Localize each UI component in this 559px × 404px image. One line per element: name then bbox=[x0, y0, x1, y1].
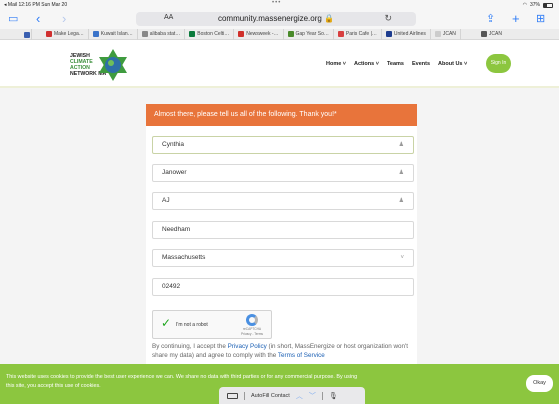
reload-icon[interactable]: ↻ bbox=[384, 13, 392, 24]
autofill-contact-button[interactable]: AutoFill Contact bbox=[251, 393, 290, 399]
bookmark-item[interactable]: Boston Celti… bbox=[185, 28, 235, 40]
bookmark-folder-icon[interactable] bbox=[22, 29, 32, 40]
recaptcha-label: I'm not a robot bbox=[176, 322, 208, 328]
main-nav: Home ˅ Actions ˅ Teams Events About Us ˅ bbox=[326, 61, 467, 67]
bookmark-item[interactable]: United Airlines bbox=[382, 28, 431, 40]
bookmark-favicon bbox=[287, 31, 294, 37]
status-bar: ◂ Mail 12:16 PM Sun Mar 20 ••• ◠ 37% bbox=[0, 0, 559, 9]
back-icon[interactable]: ‹ bbox=[36, 12, 40, 25]
checkmark-icon[interactable]: ✓ bbox=[161, 316, 171, 330]
zip-code-input[interactable]: 02492 bbox=[152, 278, 414, 296]
keyboard-icon[interactable] bbox=[227, 392, 238, 399]
bookmark-item[interactable]: Newsweek -… bbox=[234, 28, 284, 40]
bookmark-favicon bbox=[434, 31, 441, 37]
recaptcha-widget[interactable]: ✓ I'm not a robot reCAPTCHA Privacy - Te… bbox=[152, 310, 272, 339]
state-select[interactable]: Massachusetts ˅ bbox=[152, 249, 414, 267]
bookmark-item[interactable]: Kuwait Islan… bbox=[89, 28, 138, 40]
bookmark-item[interactable]: alibaba stat… bbox=[138, 28, 186, 40]
new-tab-icon[interactable]: + bbox=[512, 12, 520, 25]
privacy-policy-link[interactable]: Privacy Policy bbox=[228, 343, 267, 350]
person-icon: ♟ bbox=[398, 142, 404, 148]
bookmark-item[interactable]: JCAN bbox=[461, 29, 506, 40]
microphone-icon[interactable]: 🎙 bbox=[329, 392, 338, 400]
tabs-overview-icon[interactable]: ⊞ bbox=[536, 13, 545, 25]
bookmark-favicon bbox=[189, 31, 196, 37]
bookmark-item[interactable]: JCAN bbox=[431, 28, 461, 40]
bookmark-item[interactable]: Gap Year So… bbox=[284, 28, 334, 40]
status-left: ◂ Mail 12:16 PM Sun Mar 20 bbox=[4, 2, 68, 8]
nav-home[interactable]: Home ˅ bbox=[326, 61, 346, 67]
sign-in-button[interactable]: Sign In bbox=[486, 54, 511, 73]
terms-of-service-link[interactable]: Terms of Service bbox=[278, 352, 325, 359]
share-icon[interactable]: ⇪ bbox=[486, 13, 495, 25]
bookmark-favicon bbox=[480, 31, 487, 37]
city-input[interactable]: Needham bbox=[152, 221, 414, 239]
nav-teams[interactable]: Teams bbox=[387, 61, 404, 67]
recaptcha-logo-icon bbox=[246, 314, 258, 326]
bookmark-item[interactable]: Paris Cafe |… bbox=[334, 28, 382, 40]
nav-about-us[interactable]: About Us ˅ bbox=[438, 61, 467, 67]
bookmark-favicon bbox=[46, 31, 52, 37]
nav-actions[interactable]: Actions ˅ bbox=[354, 61, 379, 67]
chevron-up-icon[interactable]: ︿ bbox=[296, 391, 303, 401]
bookmark-item[interactable]: Make Lega… bbox=[42, 28, 89, 40]
battery-percent: 37% bbox=[529, 2, 540, 8]
url-text: community.massenergize.org 🔒 bbox=[217, 14, 335, 23]
bookmark-favicon bbox=[385, 31, 392, 37]
site-header: JEWISH CLIMATE ACTION NETWORK MA Home ˅ … bbox=[0, 40, 559, 88]
multitask-dots[interactable]: ••• bbox=[272, 0, 281, 6]
first-name-input[interactable]: Cynthia ♟ bbox=[152, 136, 414, 154]
nav-events[interactable]: Events bbox=[412, 61, 430, 67]
browser-toolbar: ▭ ‹ › AA community.massenergize.org 🔒 ↻ … bbox=[0, 9, 559, 29]
recaptcha-badge: reCAPTCHA Privacy - Terms bbox=[241, 314, 263, 336]
person-icon: ♟ bbox=[398, 170, 404, 176]
chevron-down-icon[interactable]: ﹀ bbox=[309, 391, 316, 401]
sidebar-toggle-icon[interactable]: ▭ bbox=[8, 13, 18, 25]
last-name-input[interactable]: Janower ♟ bbox=[152, 164, 414, 182]
separator bbox=[244, 391, 245, 400]
bookmark-favicon bbox=[141, 31, 148, 37]
keyboard-accessory-bar: AutoFill Contact ︿ ﹀ 🎙 bbox=[219, 387, 365, 404]
bookmark-favicon bbox=[238, 31, 245, 37]
wifi-icon: ◠ bbox=[522, 2, 527, 8]
preferred-name-input[interactable]: AJ ♟ bbox=[152, 192, 414, 210]
bookmarks-bar: Make Lega… Kuwait Islan… alibaba stat… B… bbox=[0, 28, 559, 40]
consent-text: By continuing, I accept the Privacy Poli… bbox=[152, 343, 409, 359]
star-of-david-icon bbox=[99, 49, 127, 81]
person-icon: ♟ bbox=[398, 198, 404, 204]
separator bbox=[321, 391, 323, 400]
status-right: ◠ 37% bbox=[523, 2, 553, 8]
forward-icon[interactable]: › bbox=[62, 12, 66, 25]
dropdown-icon: ˅ bbox=[400, 255, 404, 261]
bookmark-favicon bbox=[337, 31, 344, 37]
battery-icon bbox=[543, 2, 553, 8]
okay-button[interactable]: Okay bbox=[526, 375, 553, 392]
bookmark-favicon bbox=[92, 31, 99, 37]
address-bar[interactable]: AA community.massenergize.org 🔒 ↻ bbox=[136, 12, 416, 26]
form-header: Almost there, please tell us all of the … bbox=[146, 104, 417, 126]
registration-form: Almost there, please tell us all of the … bbox=[146, 104, 417, 384]
jcan-logo[interactable]: JEWISH CLIMATE ACTION NETWORK MA bbox=[70, 48, 130, 84]
